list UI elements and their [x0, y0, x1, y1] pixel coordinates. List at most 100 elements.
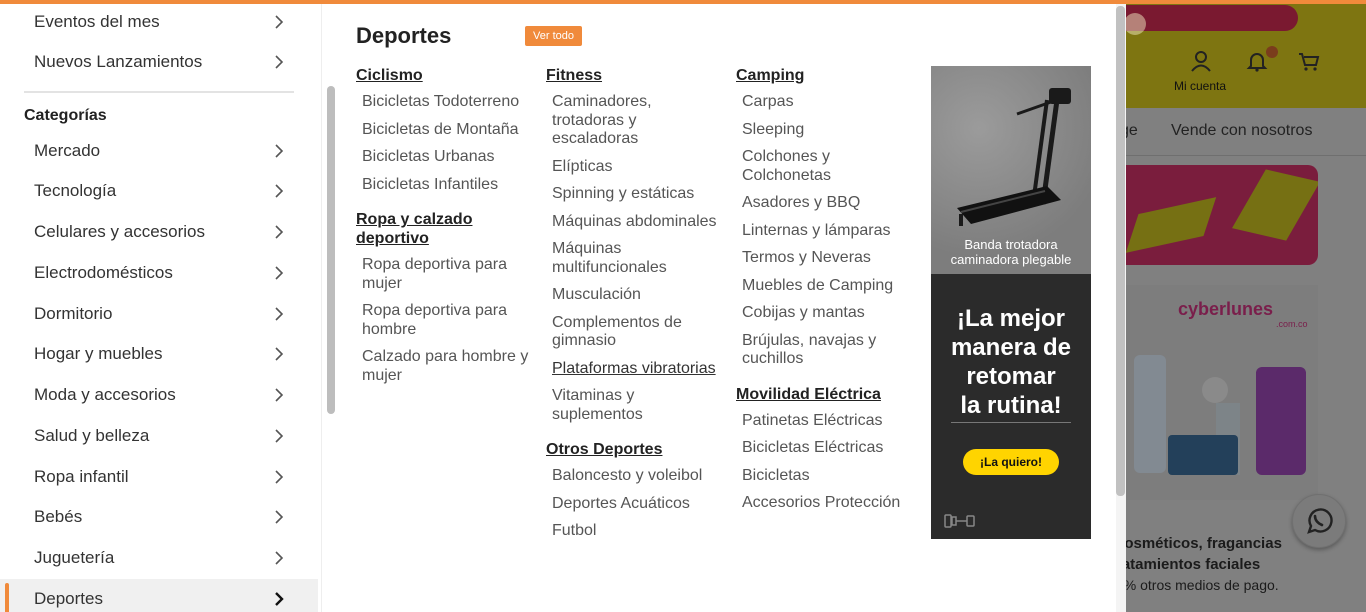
category-item[interactable]: Celulares y accesorios — [0, 212, 318, 252]
subcategory-link[interactable]: Deportes Acuáticos — [546, 495, 724, 514]
mega-menu-column: Camping Carpas Sleeping Colchones y Colchon… — [736, 66, 914, 522]
subcategory-link[interactable]: Musculación — [546, 286, 724, 305]
chevron-right-icon — [275, 388, 284, 402]
subcategory-link[interactable]: Termos y Neveras — [736, 249, 914, 268]
category-item[interactable]: Ropa infantil — [0, 457, 318, 497]
menu-item-eventos[interactable]: Eventos del mes — [0, 2, 318, 42]
chevron-right-icon — [275, 266, 284, 280]
category-item[interactable]: Juguetería — [0, 538, 318, 578]
subcategory-link[interactable]: Elípticas — [546, 158, 724, 177]
subcategory-link[interactable]: Futbol — [546, 522, 724, 541]
chevron-right-icon — [275, 15, 284, 29]
ad-divider — [951, 422, 1071, 423]
subcategory-link[interactable]: Máquinas abdominales — [546, 213, 724, 232]
menu-item-lanzamientos[interactable]: Nuevos Lanzamientos — [0, 42, 318, 82]
promo-banner[interactable] — [1116, 165, 1318, 265]
background-page: Mi cuenta ge Vende con nosotros cyberlun… — [1116, 0, 1366, 612]
category-menu: Eventos del mes Nuevos Lanzamientos Cate… — [0, 4, 322, 612]
subcategory-link[interactable]: Máquinas multifuncionales — [546, 240, 724, 277]
category-heading-link[interactable]: Ciclismo — [356, 66, 534, 85]
category-heading-link[interactable]: Movilidad Eléctrica — [736, 385, 914, 404]
category-item[interactable]: Salud y belleza — [0, 416, 318, 456]
see-all-button[interactable]: Ver todo — [525, 26, 582, 46]
top-nav: ge Vende con nosotros — [1116, 108, 1366, 156]
bell-icon[interactable] — [1246, 50, 1268, 72]
subcategory-link[interactable]: Baloncesto y voleibol — [546, 467, 724, 486]
category-item[interactable]: Hogar y muebles — [0, 334, 318, 374]
subcategory-link[interactable]: Caminadores, trotadoras y escaladoras — [546, 93, 724, 149]
categories-heading: Categorías — [24, 107, 107, 124]
subcategory-link[interactable]: Accesorios Protección — [736, 494, 914, 513]
category-item[interactable]: Moda y accesorios — [0, 375, 318, 415]
product-image — [1256, 367, 1306, 475]
chevron-right-icon — [275, 144, 284, 158]
nav-item-sell[interactable]: Vende con nosotros — [1171, 122, 1312, 140]
menu-scrollbar-thumb[interactable] — [327, 86, 335, 414]
whatsapp-button[interactable] — [1292, 494, 1346, 548]
chevron-right-icon — [275, 592, 284, 606]
category-item[interactable]: Mercado — [0, 131, 318, 171]
subcategory-link[interactable]: Bicicletas Eléctricas — [736, 439, 914, 458]
subcategory-link[interactable]: Muebles de Camping — [736, 277, 914, 296]
search-pill[interactable] — [1116, 5, 1298, 35]
subcategory-link[interactable]: Ropa deportiva para hombre — [356, 302, 534, 339]
subcategory-link[interactable]: Vitaminas y suplementos — [546, 387, 724, 424]
category-heading-link[interactable]: Ropa y calzado deportivo — [356, 210, 534, 248]
category-heading-link[interactable]: Otros Deportes — [546, 440, 724, 459]
product-image — [1202, 377, 1228, 403]
subcategory-link[interactable]: Spinning y estáticas — [546, 185, 724, 204]
ad-cta-button[interactable]: ¡La quiero! — [963, 449, 1059, 475]
ad-product-caption: Banda trotadora caminadora plegable — [931, 237, 1091, 267]
chevron-right-icon — [275, 307, 284, 321]
subcategory-link[interactable]: Bicicletas — [736, 467, 914, 486]
panel-scrollbar-thumb[interactable] — [1116, 6, 1125, 496]
ad-caption-line: caminadora plegable — [950, 252, 1072, 267]
ad-caption-line: Banda trotadora — [964, 237, 1058, 252]
chevron-right-icon — [275, 551, 284, 565]
promo-caption-line: ratamientos faciales — [1116, 556, 1261, 573]
subcategory-link[interactable]: Bicicletas de Montaña — [356, 121, 534, 140]
subcategory-link[interactable]: Plataformas vibratorias — [546, 360, 724, 379]
subcategory-link[interactable]: Bicicletas Todoterreno — [356, 93, 534, 112]
category-heading-link[interactable]: Camping — [736, 66, 914, 85]
category-item[interactable]: Deportes — [0, 579, 318, 612]
cyberlunes-logo-sub: .com.co — [1276, 319, 1308, 329]
mega-menu-title: Deportes — [356, 23, 452, 48]
chevron-right-icon — [275, 55, 284, 69]
subcategory-link[interactable]: Colchones y Colchonetas — [736, 148, 914, 185]
subcategory-link[interactable]: Ropa deportiva para mujer — [356, 256, 534, 293]
chevron-right-icon — [275, 225, 284, 239]
subcategory-link[interactable]: Bicicletas Infantiles — [356, 176, 534, 195]
subcategory-link[interactable]: Cobijas y mantas — [736, 304, 914, 323]
subcategory-link[interactable]: Patinetas Eléctricas — [736, 412, 914, 431]
subcategory-link[interactable]: Asadores y BBQ — [736, 194, 914, 213]
subcategory-link[interactable]: Linternas y lámparas — [736, 222, 914, 241]
mega-menu-column: Fitness Caminadores, trotadoras y escalad… — [546, 66, 724, 550]
category-item[interactable]: Electrodomésticos — [0, 253, 318, 293]
banner-shape — [1232, 169, 1318, 241]
category-item[interactable]: Dormitorio — [0, 294, 318, 334]
chevron-right-icon — [275, 470, 284, 484]
subcategory-link[interactable]: Brújulas, navajas y cuchillos — [736, 332, 914, 369]
cart-icon[interactable] — [1298, 52, 1320, 72]
subcategory-link[interactable]: Calzado para hombre y mujer — [356, 348, 534, 385]
category-heading-link[interactable]: Fitness — [546, 66, 724, 85]
subcategory-link[interactable]: Complementos de gimnasio — [546, 314, 724, 351]
category-item[interactable]: Tecnología — [0, 171, 318, 211]
cyberlunes-banner[interactable]: cyberlunes .com.co — [1116, 285, 1318, 500]
subcategory-link[interactable]: Bicicletas Urbanas — [356, 148, 534, 167]
header-bar: Mi cuenta — [1116, 0, 1366, 108]
treadmill-ad-banner[interactable]: Banda trotadora caminadora plegable ¡La … — [931, 66, 1091, 539]
subcategory-link[interactable]: Sleeping — [736, 121, 914, 140]
menu-divider — [24, 91, 294, 93]
user-icon[interactable] — [1190, 50, 1212, 72]
category-item[interactable]: Bebés — [0, 497, 318, 537]
product-image — [1134, 355, 1166, 473]
whatsapp-icon — [1307, 508, 1333, 534]
subcategory-link[interactable]: Carpas — [736, 93, 914, 112]
ad-headline-line: retomar — [966, 363, 1056, 390]
account-label[interactable]: Mi cuenta — [1174, 79, 1226, 93]
ad-headline-line: ¡La mejor — [956, 305, 1066, 332]
chevron-right-icon — [275, 429, 284, 443]
ad-headline-line: la rutina! — [960, 392, 1062, 419]
